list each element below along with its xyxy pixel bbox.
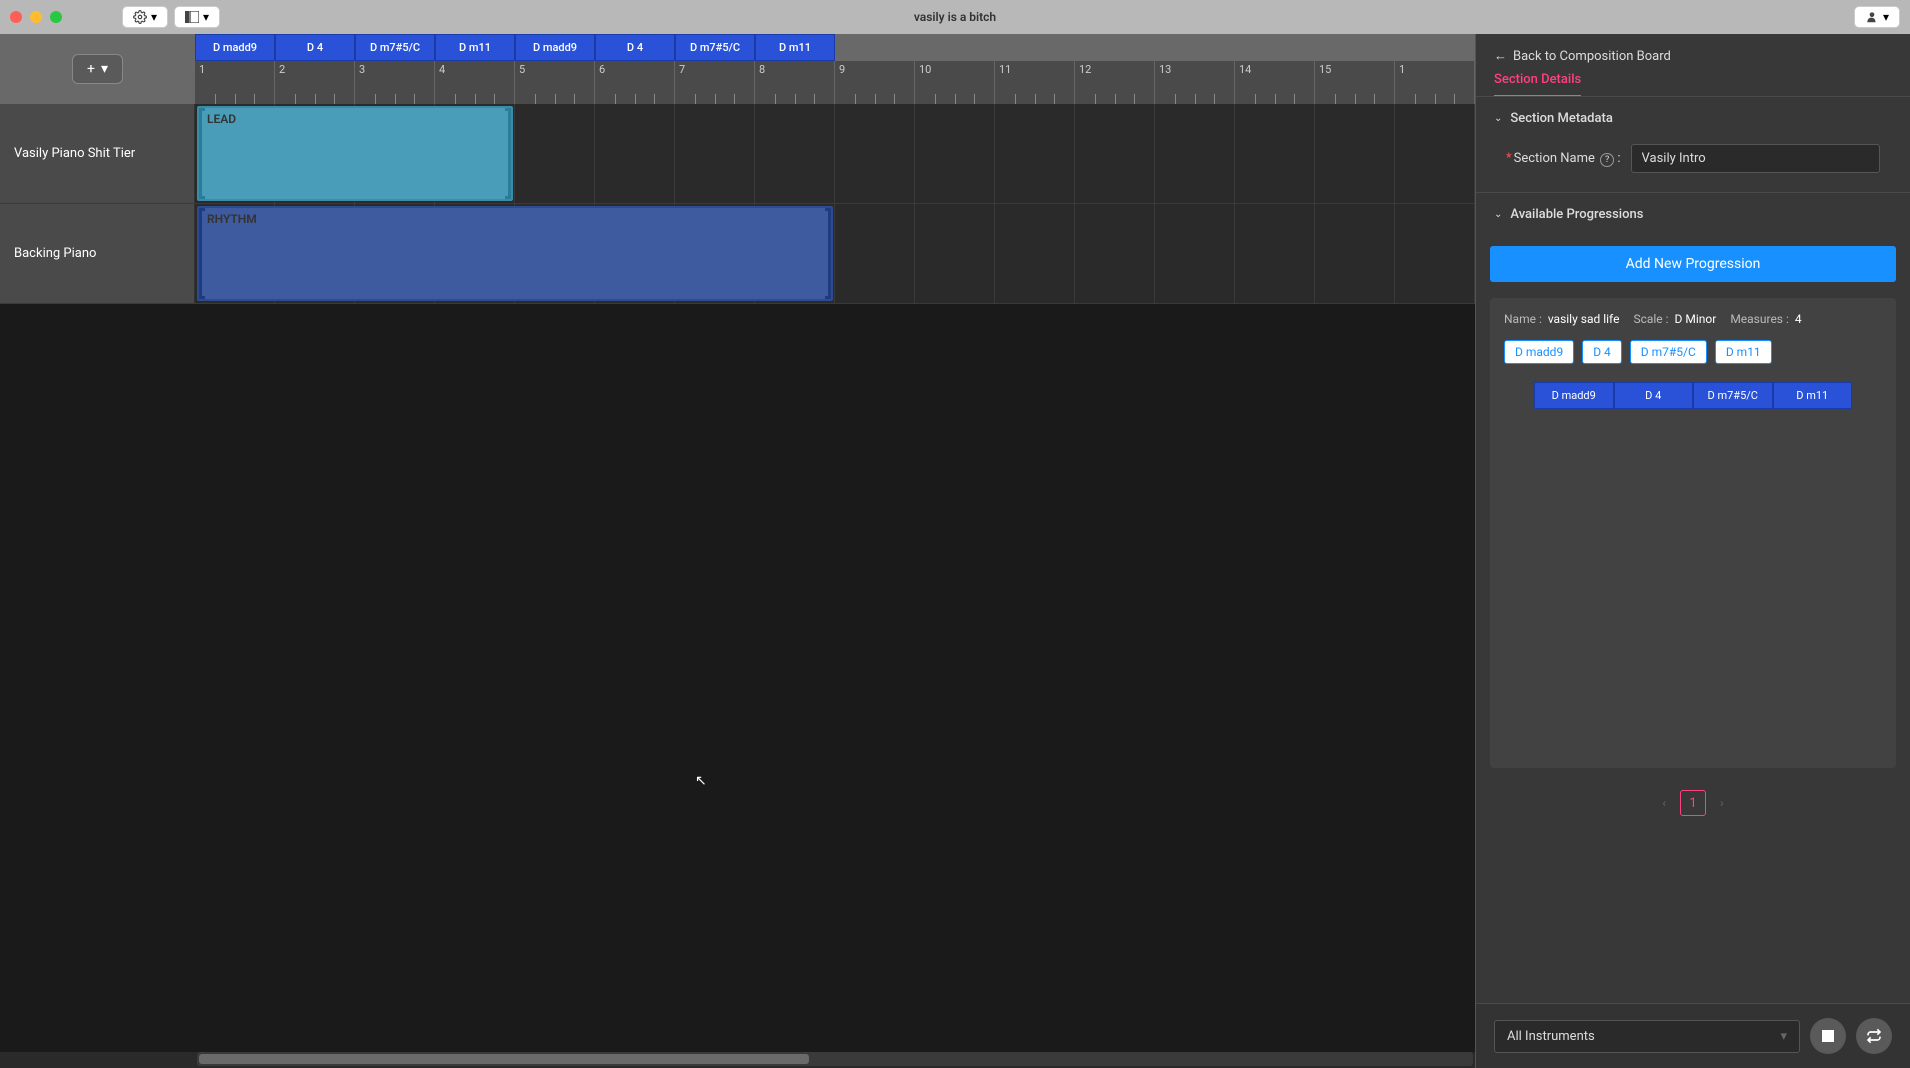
chord-bar-cell[interactable]: D m7#5/C (1693, 382, 1773, 409)
chord-cell[interactable]: D madd9 (515, 34, 595, 61)
panel-icon (185, 11, 199, 23)
ruler-cell[interactable]: 2 (275, 61, 355, 104)
titlebar: ▾ ▾ vasily is a bitch ▾ (0, 0, 1910, 34)
window-controls (10, 11, 62, 23)
chord-cell[interactable]: D madd9 (195, 34, 275, 61)
page-number[interactable]: 1 (1680, 790, 1706, 816)
loop-icon (1866, 1028, 1882, 1044)
prev-page-button[interactable]: ‹ (1662, 796, 1666, 810)
chevron-down-icon: ▾ (151, 10, 157, 24)
chord-tag[interactable]: D m7#5/C (1630, 340, 1707, 364)
section-metadata-label: Section Metadata (1510, 111, 1612, 126)
chord-row: D madd9D 4D m7#5/CD m11D madd9D 4D m7#5/… (195, 34, 1475, 61)
time-ruler[interactable]: 1234567891011121314151 (195, 61, 1475, 104)
details-pane: ← Back to Composition Board Section Deta… (1475, 34, 1910, 1068)
prog-measures-value: 4 (1795, 312, 1802, 326)
plus-icon: + (87, 61, 95, 77)
prog-name-value: vasily sad life (1548, 312, 1620, 326)
ruler-cell[interactable]: 12 (1075, 61, 1155, 104)
help-icon[interactable]: ? (1600, 153, 1614, 167)
user-menu-button[interactable]: ▾ (1854, 6, 1900, 28)
prog-scale-value: D Minor (1675, 312, 1717, 326)
gear-icon (133, 10, 147, 24)
back-label: Back to Composition Board (1513, 49, 1671, 64)
ruler-cell[interactable]: 11 (995, 61, 1075, 104)
instrument-select-value: All Instruments (1507, 1029, 1595, 1044)
ruler-cell[interactable]: 14 (1235, 61, 1315, 104)
section-metadata-header[interactable]: ⌄ Section Metadata (1494, 111, 1892, 126)
stop-button[interactable] (1810, 1018, 1846, 1054)
stop-icon (1822, 1030, 1834, 1042)
arrow-left-icon: ← (1494, 48, 1507, 64)
ruler-cell[interactable]: 1 (195, 61, 275, 104)
ruler-cell[interactable]: 10 (915, 61, 995, 104)
ruler-cell[interactable]: 9 (835, 61, 915, 104)
chevron-down-icon: ▾ (101, 61, 108, 77)
chord-bar-cell[interactable]: D madd9 (1534, 382, 1614, 409)
chord-bar-cell[interactable]: D m11 (1773, 382, 1853, 409)
chord-cell[interactable]: D m7#5/C (675, 34, 755, 61)
chord-tag[interactable]: D m11 (1715, 340, 1772, 364)
horizontal-scrollbar[interactable] (197, 1052, 1473, 1066)
add-track-button[interactable]: + ▾ (72, 54, 123, 84)
maximize-window-button[interactable] (50, 11, 62, 23)
user-icon (1865, 10, 1879, 24)
section-name-label: *Section Name ? : (1506, 151, 1621, 167)
track-lane[interactable]: LEAD (195, 104, 1475, 203)
chevron-down-icon: ⌄ (1494, 113, 1502, 124)
chord-cell[interactable]: D 4 (275, 34, 355, 61)
chord-cell[interactable]: D m11 (755, 34, 835, 61)
pagination: ‹ 1 › (1476, 776, 1910, 830)
available-progressions-header[interactable]: ⌄ Available Progressions (1494, 207, 1892, 222)
tab-section-details[interactable]: Section Details (1494, 72, 1581, 97)
chord-cell[interactable]: D m7#5/C (355, 34, 435, 61)
ruler-cell[interactable]: 3 (355, 61, 435, 104)
timeline-pane: + ▾ D madd9D 4D m7#5/CD m11D madd9D 4D m… (0, 34, 1475, 1068)
chevron-down-icon: ▾ (1780, 1029, 1787, 1044)
prog-scale-label: Scale : (1633, 312, 1668, 326)
timeline-empty-area[interactable]: ↖ (0, 578, 1475, 1052)
ruler-cell[interactable]: 6 (595, 61, 675, 104)
minimize-window-button[interactable] (30, 11, 42, 23)
chevron-down-icon: ▾ (1883, 10, 1889, 24)
loop-button[interactable] (1856, 1018, 1892, 1054)
window-title: vasily is a bitch (914, 10, 996, 24)
next-page-button[interactable]: › (1720, 796, 1724, 810)
clip[interactable]: RHYTHM (197, 206, 833, 301)
chord-tag[interactable]: D madd9 (1504, 340, 1574, 364)
track-row: Backing PianoRHYTHM (0, 204, 1475, 304)
track-header[interactable]: Backing Piano (0, 204, 195, 303)
ruler-cell[interactable]: 4 (435, 61, 515, 104)
chevron-down-icon: ⌄ (1494, 209, 1502, 220)
clip[interactable]: LEAD (197, 106, 513, 201)
chevron-down-icon: ▾ (203, 10, 209, 24)
back-button[interactable]: ← Back to Composition Board (1476, 34, 1910, 72)
settings-dropdown[interactable]: ▾ (122, 6, 168, 28)
track-header[interactable]: Vasily Piano Shit Tier (0, 104, 195, 203)
scrollbar-thumb[interactable] (199, 1054, 809, 1064)
available-progressions-label: Available Progressions (1510, 207, 1643, 222)
close-window-button[interactable] (10, 11, 22, 23)
chord-cell[interactable]: D m11 (435, 34, 515, 61)
prog-measures-label: Measures : (1730, 312, 1789, 326)
track-lane[interactable]: RHYTHM (195, 204, 1475, 303)
chord-cell[interactable]: D 4 (595, 34, 675, 61)
ruler-cell[interactable]: 7 (675, 61, 755, 104)
view-dropdown[interactable]: ▾ (174, 6, 220, 28)
ruler-cell[interactable]: 1 (1395, 61, 1475, 104)
chord-tag[interactable]: D 4 (1582, 340, 1622, 364)
add-progression-button[interactable]: Add New Progression (1490, 246, 1896, 282)
ruler-cell[interactable]: 13 (1155, 61, 1235, 104)
progression-card[interactable]: Name : vasily sad life Scale : D Minor M… (1490, 298, 1896, 768)
ruler-cell[interactable]: 5 (515, 61, 595, 104)
prog-name-label: Name : (1504, 312, 1542, 326)
track-row: Vasily Piano Shit TierLEAD (0, 104, 1475, 204)
ruler-cell[interactable]: 8 (755, 61, 835, 104)
chord-bar-cell[interactable]: D 4 (1614, 382, 1694, 409)
ruler-cell[interactable]: 15 (1315, 61, 1395, 104)
section-name-input[interactable] (1631, 144, 1880, 173)
cursor-icon: ↖ (695, 773, 707, 789)
instrument-select[interactable]: All Instruments ▾ (1494, 1020, 1800, 1053)
